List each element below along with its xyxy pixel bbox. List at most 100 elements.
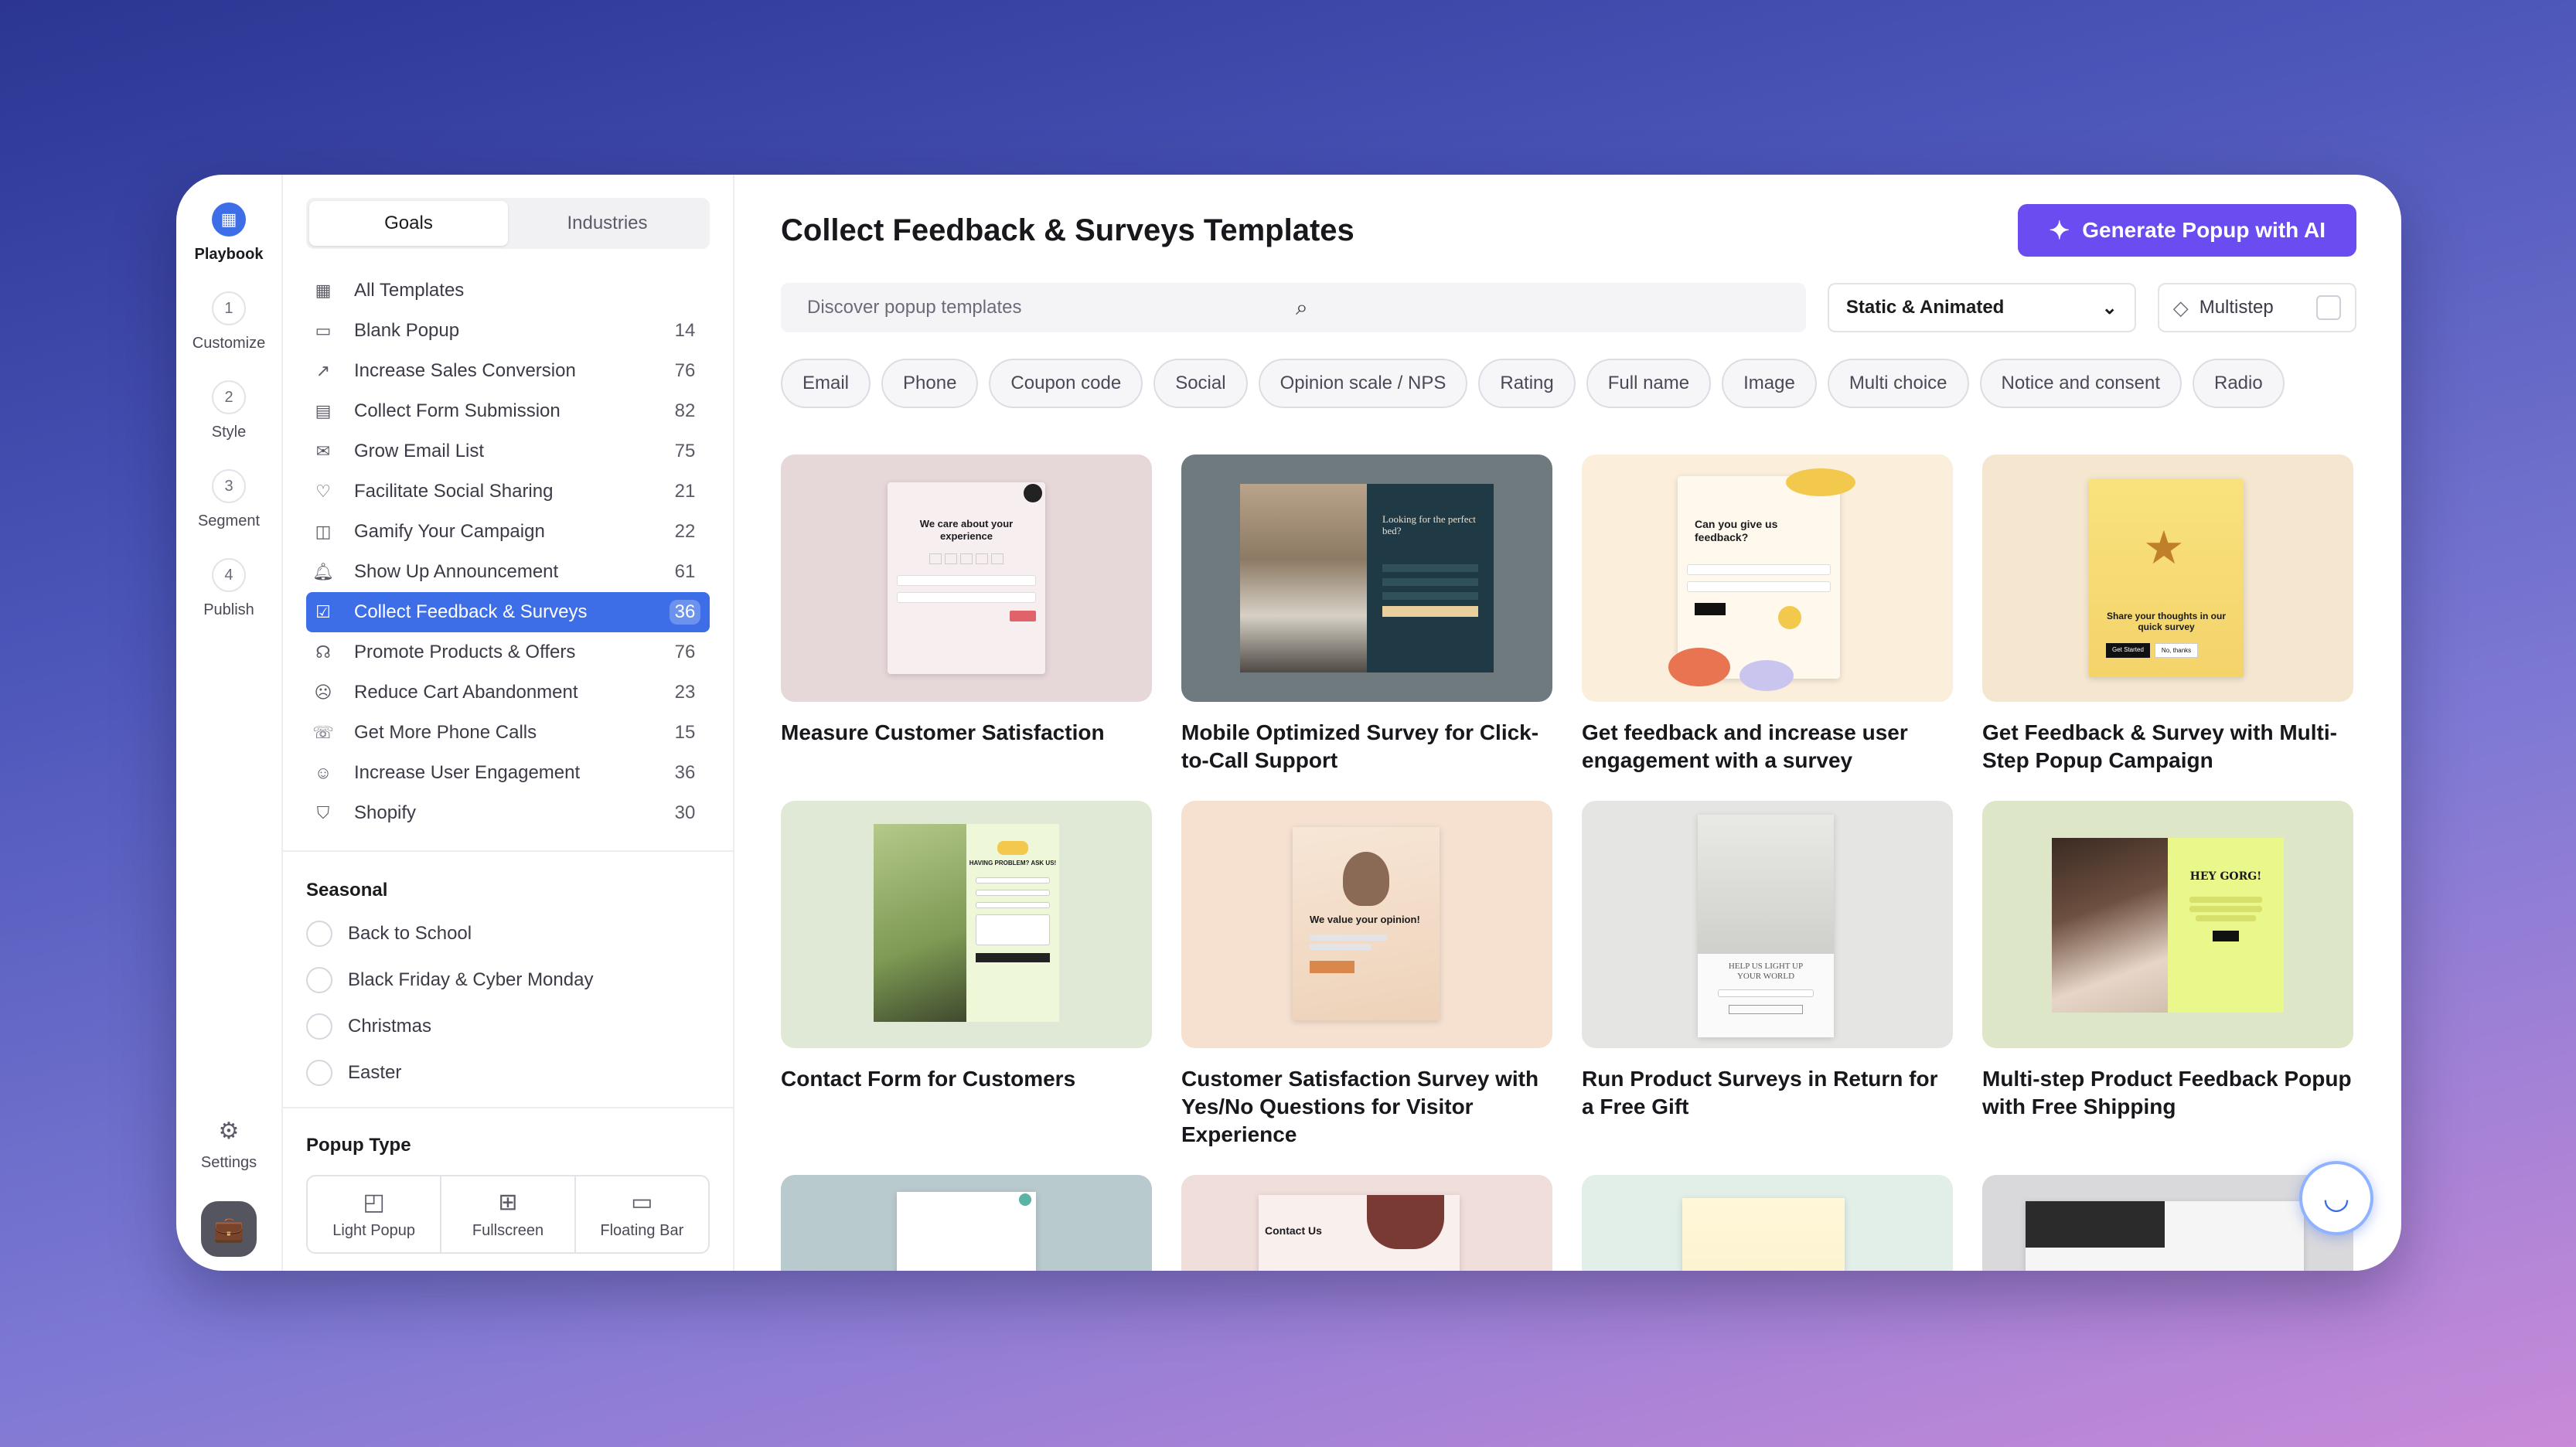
goal-item-shopify[interactable]: ⛉ Shopify 30 [306,793,710,833]
search-placeholder: Discover popup templates [807,297,1022,318]
template-card[interactable] [781,1175,1152,1271]
goal-count: 14 [674,320,696,341]
briefcase-icon[interactable]: 💼 [201,1201,257,1257]
template-card[interactable]: HEY GORG! Multi-step Product Feedback Po… [1982,801,2353,1149]
chip-image[interactable]: Image [1722,359,1817,408]
popup-preview: Contact Us [1259,1195,1460,1271]
chip-social[interactable]: Social [1153,359,1248,408]
template-card[interactable]: Looking for the perfect bed? Mobile Opti… [1181,455,1552,775]
rail-label: Customize [192,335,266,352]
popup-preview: HEY GORG! [2168,838,2284,1013]
goal-item-phone[interactable]: ☏ Get More Phone Calls 15 [306,713,710,753]
radio-button[interactable] [306,1060,332,1086]
chip-radio[interactable]: Radio [2193,359,2285,408]
goal-item-engagement[interactable]: ☺ Increase User Engagement 36 [306,753,710,793]
template-card[interactable] [1582,1175,1953,1271]
rating-box [976,553,988,564]
template-card[interactable]: HELP US LIGHT UP YOUR WORLD Run Product … [1582,801,1953,1149]
radio-button[interactable] [306,967,332,993]
seasonal-option[interactable]: Easter [306,1050,710,1096]
goal-item-all-templates[interactable]: ▦ All Templates [306,271,710,311]
chip-email[interactable]: Email [781,359,871,408]
goal-item-feedback[interactable]: ☑ Collect Feedback & Surveys 36 [306,592,710,632]
card-title: Run Product Surveys in Return for a Free… [1582,1067,1938,1118]
goal-item-email[interactable]: ✉ Grow Email List 75 [306,431,710,472]
sidebar: Goals Industries ▦ All Templates ▭ Blank P… [283,175,734,1271]
goal-label: Get More Phone Calls [354,722,537,743]
radio-button[interactable] [306,1013,332,1040]
rail-item-style[interactable]: 2 Style [212,380,246,441]
goal-list: ▦ All Templates ▭ Blank Popup 14 ↗ Increase … [306,271,710,833]
multistep-toggle[interactable]: ◇ Multistep [2157,283,2356,332]
search-input[interactable]: Discover popup templates ⌕ [781,283,1806,332]
generate-ai-button[interactable]: ✦ Generate Popup with AI [2018,204,2356,257]
tab-goals[interactable]: Goals [309,201,508,246]
goal-item-social[interactable]: ♡ Facilitate Social Sharing 21 [306,472,710,512]
card-title: Get Feedback & Survey with Multi-Step Po… [1982,720,2337,772]
rail-label: Style [211,424,247,441]
seasonal-option[interactable]: Back to School [306,911,710,957]
search-icon[interactable]: ⌕ [1296,295,1784,321]
divider [283,1107,733,1108]
chip-phone[interactable]: Phone [881,359,979,408]
template-card[interactable]: We care about your experience Measure Cu… [781,455,1152,775]
popup-type-floating-bar[interactable]: ▭ Floating Bar [576,1176,708,1252]
goal-label: Collect Form Submission [354,400,561,421]
popup-preview: ★ Share your thoughts in our quick surve… [2089,479,2244,677]
chevron-down-icon: ⌄ [2101,297,2118,318]
template-card[interactable]: HAVING PROBLEM? ASK US! Contact Form for… [781,801,1152,1149]
template-thumbnail: HEY GORG! [1982,801,2353,1048]
chip-opinion-scale[interactable]: Opinion scale / NPS [1258,359,1468,408]
popup-preview: HELP US LIGHT UP YOUR WORLD [1698,815,1834,1037]
template-card[interactable] [1982,1175,2353,1271]
rail-label: Segment [197,512,261,529]
template-card[interactable]: We value your opinion! Customer Satisfac… [1181,801,1552,1149]
preview-heading: Looking for the perfect bed? [1382,513,1476,536]
goal-item-announcement[interactable]: 🔔︎ Show Up Announcement 61 [306,552,710,592]
popup-type-label: Floating Bar [600,1222,684,1239]
rail-item-customize[interactable]: 1 Customize [193,291,265,352]
template-thumbnail [1982,1175,2353,1271]
chip-notice-consent[interactable]: Notice and consent [1979,359,2182,408]
goal-label: Blank Popup [354,320,460,341]
goal-item-gamify[interactable]: ◫ Gamify Your Campaign 22 [306,512,710,552]
template-card[interactable]: Contact Us [1181,1175,1552,1271]
megaphone-icon: ☊ [315,642,331,662]
goal-item-blank-popup[interactable]: ▭ Blank Popup 14 [306,311,710,351]
tab-industries[interactable]: Industries [508,201,707,246]
goal-item-sales[interactable]: ↗ Increase Sales Conversion 76 [306,351,710,391]
goal-item-promote[interactable]: ☊ Promote Products & Offers 76 [306,632,710,672]
field-filter-chips: Email Phone Coupon code Social Opinion s… [781,359,2356,408]
template-thumbnail [1582,1175,1953,1271]
popup-preview: Can you give us feedback? [1668,468,1855,691]
shopping-bag-icon: ⛉ [316,803,330,822]
template-card[interactable]: ★ Share your thoughts in our quick surve… [1982,455,2353,775]
seasonal-option[interactable]: Christmas [306,1003,710,1050]
seasonal-option[interactable]: Black Friday & Cyber Monday [306,957,710,1003]
popup-type-light[interactable]: ◰ Light Popup [308,1176,442,1252]
preview-button [1382,606,1478,617]
chip-multi-choice[interactable]: Multi choice [1827,359,1969,408]
chat-assistant-button[interactable]: ◡ [2299,1161,2373,1235]
popup-type-fullscreen[interactable]: ⊞ Fullscreen [441,1176,576,1252]
preview-button: No, thanks [2154,643,2199,658]
logo-badge [997,841,1028,855]
radio-button[interactable] [306,921,332,947]
preview-heading: We value your opinion! [1310,914,1420,925]
goal-count: 76 [674,360,696,381]
rail-item-settings[interactable]: ⚙ Settings [201,1118,257,1172]
template-card[interactable]: Can you give us feedback? Get feedback a… [1582,455,1953,775]
rail-item-segment[interactable]: 3 Segment [198,469,260,530]
goal-count: 36 [674,762,696,783]
goal-item-form[interactable]: ▤ Collect Form Submission 82 [306,391,710,431]
multistep-checkbox[interactable] [2315,295,2341,320]
chip-full-name[interactable]: Full name [1586,359,1712,408]
preview-field [976,877,1050,884]
rail-item-publish[interactable]: 4 Publish [203,558,254,619]
animation-select[interactable]: Static & Animated ⌄ [1827,283,2136,332]
rail-label: Playbook [194,246,264,263]
chip-coupon-code[interactable]: Coupon code [989,359,1143,408]
chip-rating[interactable]: Rating [1478,359,1576,408]
goal-item-cart[interactable]: ☹ Reduce Cart Abandonment 23 [306,672,710,713]
rail-item-playbook[interactable]: ▦ Playbook [194,203,264,264]
